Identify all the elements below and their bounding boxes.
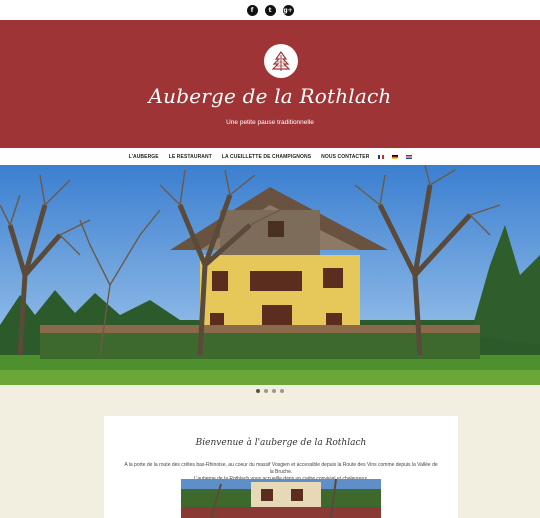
flag-fr-icon[interactable] [378,154,385,159]
facebook-icon[interactable]: f [246,4,258,16]
flag-nl-icon[interactable] [406,154,413,159]
slider-dot-3[interactable] [272,389,276,393]
site-header: Auberge de la Rothlach Une petite pause … [0,20,540,148]
slider-dot-2[interactable] [264,389,268,393]
welcome-text-line-1: A la porte de la route des crêtes bas-Rh… [124,462,438,475]
slider-dot-1[interactable] [256,389,260,393]
main-nav: L'AUBERGE LE RESTAURANT LA CUEILLETTE DE… [0,148,540,165]
nav-item-contact[interactable]: NOUS CONTACTER [316,154,374,160]
social-bar: f t g+ [0,0,540,20]
fir-tree-icon [271,50,291,71]
welcome-title: Bienvenue à l'auberge de la Rothlach [195,438,367,448]
terrace-photo [181,479,381,518]
twitter-icon[interactable]: t [264,4,276,16]
nav-item-champignons[interactable]: LA CUEILLETTE DE CHAMPIGNONS [217,154,316,160]
google-plus-icon[interactable]: g+ [282,4,294,16]
site-title[interactable]: Auberge de la Rothlach [0,84,540,108]
hero-slider-image[interactable] [0,165,540,385]
logo[interactable] [264,44,298,78]
slider-dots [0,389,540,393]
welcome-card: Bienvenue à l'auberge de la Rothlach A l… [104,416,458,518]
slider-dot-4[interactable] [280,389,284,393]
nav-item-auberge[interactable]: L'AUBERGE [124,154,164,160]
nav-item-restaurant[interactable]: LE RESTAURANT [164,154,217,160]
flag-de-icon[interactable] [392,154,399,159]
site-tagline: Une petite pause traditionnelle [226,119,314,126]
